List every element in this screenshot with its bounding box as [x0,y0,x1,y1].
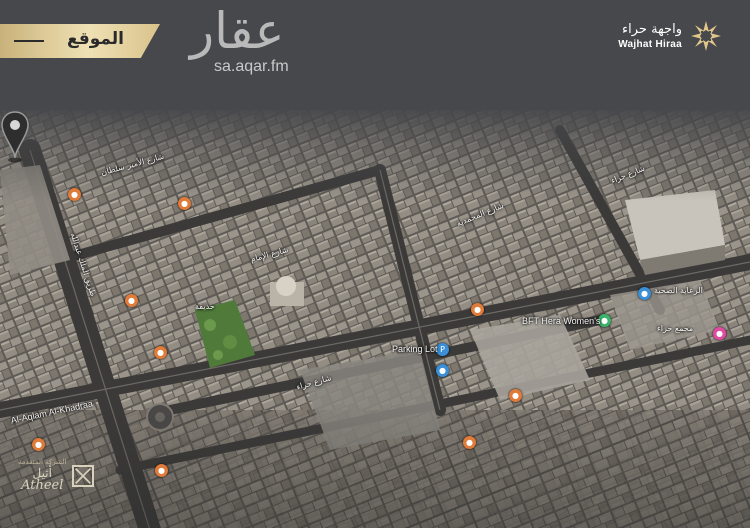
atheel-mark-icon [72,464,95,487]
brand-name-arabic: واجهة حراء [622,22,682,37]
poi-shop-icon[interactable]: ● [436,364,449,377]
atheel-tagline: الشركة المتقدمة [18,458,67,466]
poi-restaurant-icon[interactable]: ● [178,197,191,210]
poi-restaurant-icon[interactable]: ● [154,346,167,359]
poi-restaurant-icon[interactable]: ● [125,294,138,307]
tag-dash [14,40,44,42]
location-tag: الموقع [0,24,160,58]
location-label: الموقع [66,29,124,49]
aqar-url[interactable]: sa.aqar.fm [214,58,289,76]
poi-restaurant-icon[interactable]: ● [463,436,476,449]
poi-restaurant-icon[interactable]: ● [68,188,81,201]
brand-name-english: Wajhat Hiraa [618,39,682,50]
map-view[interactable]: ● ● ● ● ● ● ● ● ● P ● ● ● ● Parking Lot … [0,110,750,528]
atheel-logo-block: الشركة المتقدمة أثيل Atheel [18,458,95,493]
label-park: حديقة [195,302,215,311]
label-poi-right-top: الرعاية الصحية [654,286,703,295]
mosque-dome [276,276,296,296]
label-poi-right-pink: مجمع حراء [657,324,694,333]
brand-logo-block: واجهة حراء Wajhat Hiraa [618,20,722,52]
location-pin-icon[interactable] [0,110,30,164]
header-bar: الموقع عقار sa.aqar.fm واجهة حراء Wajhat… [0,0,750,110]
star-logo-icon [691,21,721,51]
poi-pink-icon[interactable]: ● [713,327,726,340]
poi-shop-icon[interactable]: ● [638,287,651,300]
poi-restaurant-icon[interactable]: ● [471,303,484,316]
label-parking: Parking Lot [392,344,438,354]
poi-restaurant-icon[interactable]: ● [155,464,168,477]
poi-restaurant-icon[interactable]: ● [32,438,45,451]
atheel-english: Atheel [21,478,64,493]
label-bft: BFT Hera Women's [522,316,601,326]
aqar-logo: عقار [190,2,285,60]
poi-restaurant-icon[interactable]: ● [509,389,522,402]
